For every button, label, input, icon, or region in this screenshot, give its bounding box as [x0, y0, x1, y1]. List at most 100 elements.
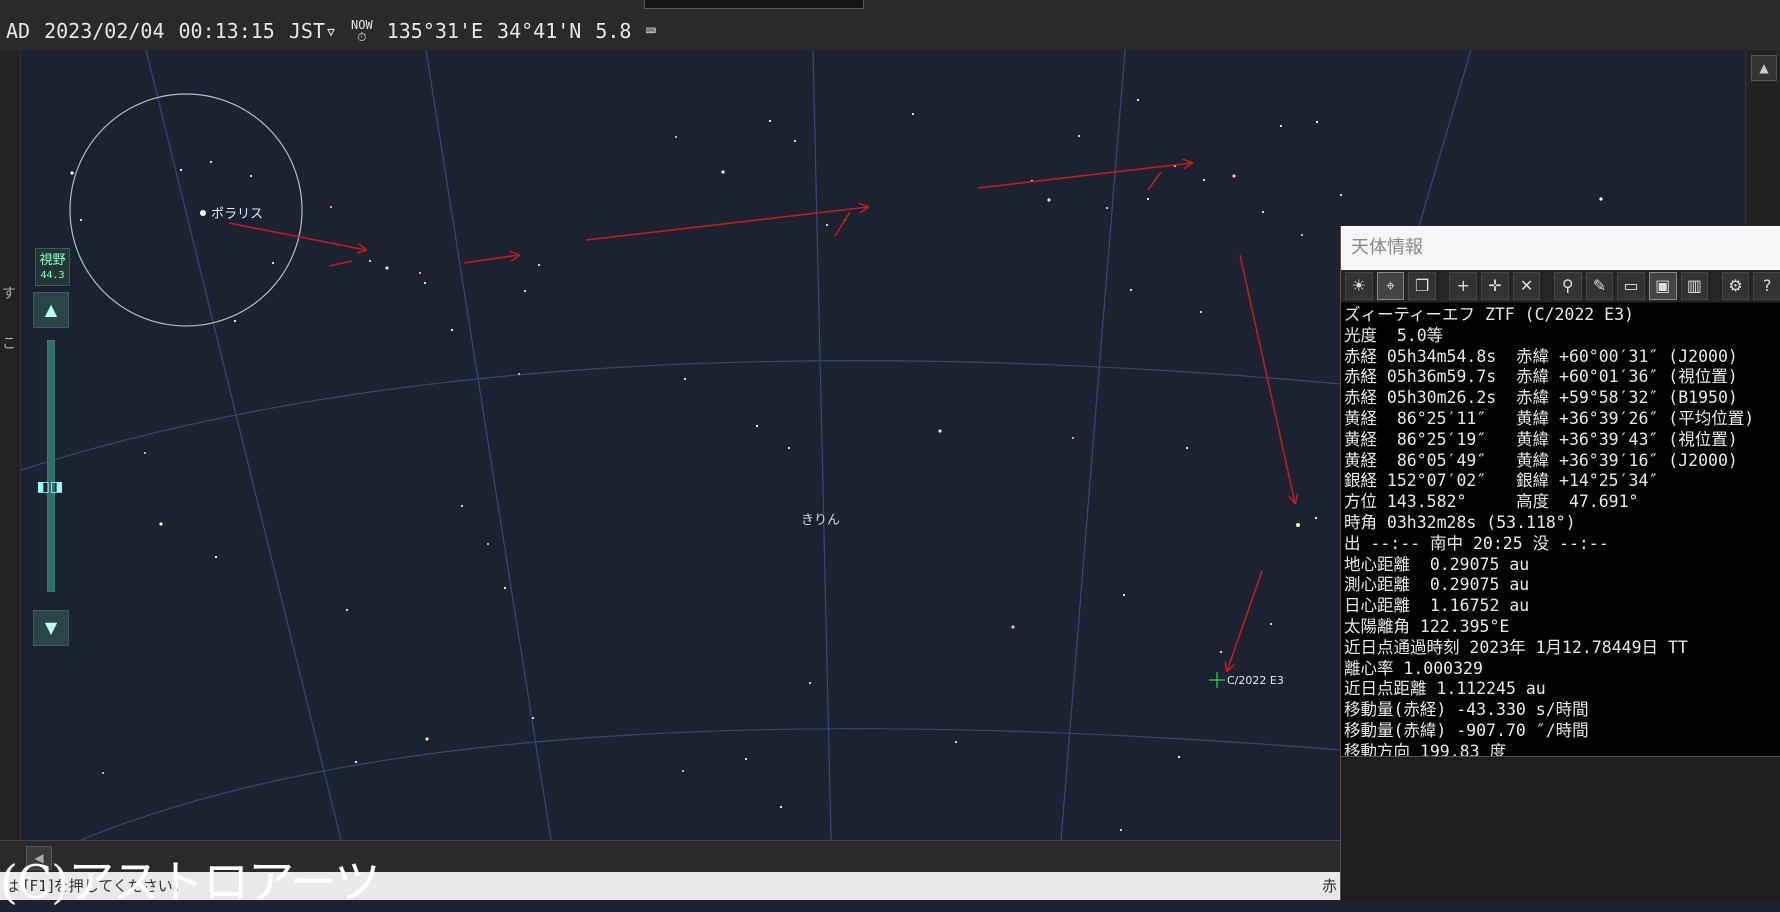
star[interactable]	[179, 168, 183, 172]
star[interactable]	[1185, 446, 1189, 450]
star[interactable]	[418, 271, 422, 275]
star[interactable]	[1219, 650, 1223, 654]
star[interactable]	[70, 171, 74, 175]
star[interactable]	[744, 757, 748, 761]
toolbar-dropdown[interactable]	[644, 0, 864, 9]
now-clock-icon[interactable]: NOW ⏱	[351, 19, 373, 43]
gear-icon[interactable]: ⚙	[1721, 272, 1750, 300]
star[interactable]	[209, 160, 213, 164]
time-field[interactable]: 00:13:15	[179, 19, 275, 43]
star[interactable]	[531, 716, 535, 720]
limiting-magnitude[interactable]: 5.8	[595, 19, 631, 43]
star[interactable]	[425, 737, 429, 741]
star[interactable]	[271, 261, 275, 265]
keyboard-icon[interactable]: ⌨	[645, 21, 656, 42]
zoom-slider-handle[interactable]: ◧◨	[33, 479, 67, 495]
star[interactable]	[249, 174, 253, 178]
scroll-up-icon[interactable]: ▲	[1751, 55, 1777, 81]
star[interactable]	[755, 424, 759, 428]
star[interactable]	[911, 112, 915, 116]
latitude-field[interactable]: 34°41'N	[497, 19, 581, 43]
star[interactable]	[503, 586, 507, 590]
star[interactable]	[793, 139, 797, 143]
star[interactable]	[368, 259, 372, 263]
star[interactable]	[1129, 288, 1133, 292]
star[interactable]	[486, 542, 490, 546]
star[interactable]	[233, 319, 237, 323]
zoom-slider-track[interactable]	[47, 340, 55, 592]
star[interactable]	[214, 555, 218, 559]
star[interactable]	[938, 429, 942, 433]
target-icon[interactable]: ⌖	[1376, 272, 1405, 300]
star[interactable]	[1279, 124, 1283, 128]
window-icon[interactable]: ▭	[1617, 272, 1645, 300]
status-line: AD 2023/02/04 00:13:15 JST▿ NOW ⏱ 135°31'…	[6, 18, 656, 44]
crosshair-icon[interactable]: +	[1449, 272, 1478, 300]
zoom-in-button[interactable]: ▲	[33, 292, 69, 328]
image-icon[interactable]: ▣	[1648, 272, 1677, 300]
info-line: 赤経 05h36m59.7s 赤緯 +60°01′36″ (視位置)	[1344, 367, 1738, 387]
star[interactable]	[1122, 593, 1126, 597]
book-icon[interactable]: ▥	[1680, 272, 1709, 300]
star[interactable]	[779, 805, 783, 809]
star[interactable]	[1314, 516, 1318, 520]
longitude-field[interactable]: 135°31'E	[387, 19, 483, 43]
star[interactable]	[681, 769, 685, 773]
star[interactable]	[1315, 120, 1319, 124]
star[interactable]	[1136, 98, 1140, 102]
star[interactable]	[159, 522, 163, 526]
info-line: 日心距離 1.16752 au	[1344, 596, 1530, 616]
star[interactable]	[674, 135, 678, 139]
star[interactable]	[1011, 625, 1015, 629]
star[interactable]	[1261, 210, 1265, 214]
star[interactable]	[787, 446, 791, 450]
star[interactable]	[721, 170, 725, 174]
zoom-out-button[interactable]: ▼	[33, 610, 69, 646]
star[interactable]	[101, 771, 105, 775]
date-field[interactable]: 2023/02/04	[44, 19, 164, 43]
telescope-icon[interactable]: ⚲	[1553, 272, 1582, 300]
timezone-dropdown[interactable]: JST▿	[289, 19, 337, 43]
star[interactable]	[1071, 436, 1075, 440]
star[interactable]	[1146, 197, 1150, 201]
layers-icon[interactable]: ❐	[1408, 272, 1436, 300]
fov-indicator[interactable]: 視野 44.3	[35, 248, 70, 286]
star[interactable]	[1599, 197, 1603, 201]
star[interactable]	[537, 263, 541, 267]
star[interactable]	[423, 281, 427, 285]
help-icon[interactable]: ?	[1753, 272, 1780, 300]
star[interactable]	[768, 119, 772, 123]
star[interactable]	[345, 608, 349, 612]
star[interactable]	[354, 760, 358, 764]
polaris-star[interactable]	[200, 210, 206, 216]
star[interactable]	[460, 504, 464, 508]
star[interactable]	[143, 451, 147, 455]
star[interactable]	[1177, 755, 1181, 759]
star[interactable]	[1296, 523, 1300, 527]
comet-marker[interactable]	[1209, 672, 1225, 688]
star[interactable]	[450, 328, 454, 332]
star[interactable]	[1232, 174, 1236, 178]
star[interactable]	[808, 681, 812, 685]
star[interactable]	[329, 205, 333, 209]
star[interactable]	[954, 740, 958, 744]
star[interactable]	[1199, 310, 1203, 314]
star[interactable]	[385, 266, 389, 270]
star[interactable]	[825, 223, 829, 227]
star[interactable]	[1339, 193, 1343, 197]
star[interactable]	[1300, 233, 1304, 237]
star[interactable]	[1119, 828, 1123, 832]
star[interactable]	[1077, 134, 1081, 138]
star[interactable]	[1047, 198, 1051, 202]
star[interactable]	[523, 289, 527, 293]
star[interactable]	[1269, 622, 1273, 626]
pencil-icon[interactable]: ✎	[1585, 272, 1614, 300]
star[interactable]	[517, 372, 521, 376]
crosshair-off-icon[interactable]: ✕	[1512, 272, 1541, 300]
crosshair-lock-icon[interactable]: ✛	[1481, 272, 1509, 300]
sun-icon[interactable]: ☀	[1345, 272, 1373, 300]
star[interactable]	[1105, 206, 1109, 210]
star[interactable]	[683, 377, 687, 381]
star[interactable]	[79, 218, 83, 222]
star[interactable]	[1202, 178, 1206, 182]
